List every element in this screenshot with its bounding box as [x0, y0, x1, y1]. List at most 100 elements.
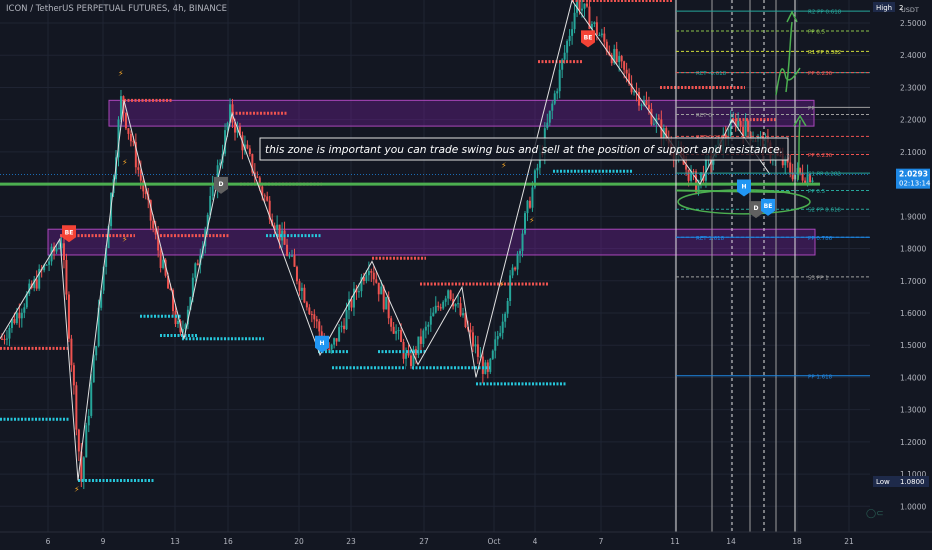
lightning-icon: ⚡: [501, 161, 507, 170]
signal-marker-label: D: [754, 205, 759, 212]
candle-body: [372, 272, 375, 280]
candle-body: [551, 103, 554, 111]
candle-body: [85, 425, 88, 458]
candle-body: [87, 415, 90, 426]
candle-body: [330, 344, 333, 350]
candle-body: [687, 169, 690, 181]
price-tick-label: 1.2000: [900, 438, 926, 447]
candle-body: [328, 348, 331, 350]
candle-body: [263, 195, 266, 197]
candle-body: [70, 338, 73, 366]
candle-body: [82, 457, 85, 482]
candle-body: [645, 100, 648, 105]
candle-body: [248, 148, 251, 155]
candle-body: [739, 121, 742, 127]
candle-body: [603, 33, 606, 42]
candle-body: [333, 338, 336, 345]
candle-body: [137, 167, 140, 170]
candle-body: [519, 250, 522, 254]
candle-body: [142, 180, 145, 192]
candle-body: [536, 167, 539, 171]
candle-body: [313, 314, 316, 320]
signal-marker-label: H: [319, 340, 324, 347]
candle-body: [293, 255, 296, 267]
currency-label: USDT: [901, 6, 919, 14]
candle-body: [422, 330, 425, 344]
candle-body: [15, 312, 18, 324]
candle-body: [546, 122, 549, 129]
candle-body: [521, 233, 524, 251]
candle-body: [439, 307, 442, 309]
candle-body: [246, 144, 249, 149]
candle-body: [481, 356, 484, 374]
candle-body: [194, 263, 197, 278]
pivot-label: RET 0: [696, 113, 712, 119]
candle-body: [474, 344, 477, 347]
price-chart[interactable]: R2 PP 0.618 PP 0.5 R1 PP 0.382 RET -0.618 PP…: [0, 0, 932, 550]
candle-body: [434, 305, 437, 313]
candle-body: [442, 301, 445, 309]
candle-body: [95, 346, 98, 356]
candle-body: [305, 302, 308, 308]
candle-body: [571, 29, 574, 36]
candle-body: [444, 298, 447, 302]
price-tick-label: 1.9000: [900, 212, 926, 221]
chart-root: R2 PP 0.618 PP 0.5 R1 PP 0.382 RET -0.618 PP…: [0, 0, 932, 550]
pivot-label: PP: [808, 106, 815, 112]
candle-body: [620, 56, 623, 62]
candle-body: [77, 429, 80, 452]
time-tick-label: 20: [294, 537, 304, 546]
pivot-label: R2 PP 0.618: [808, 10, 842, 16]
candle-body: [55, 248, 58, 252]
candle-body: [801, 172, 804, 181]
candle-body: [18, 312, 21, 319]
candle-body: [598, 35, 601, 37]
candle-body: [471, 332, 474, 347]
chart-background: [0, 0, 932, 550]
candle-body: [419, 336, 422, 344]
candle-body: [657, 118, 660, 120]
signal-marker-label: D: [219, 181, 224, 188]
candle-body: [553, 93, 556, 104]
price-tick-label: 1.6000: [900, 309, 926, 318]
candle-body: [278, 224, 281, 241]
candle-body: [338, 327, 341, 342]
candle-body: [365, 275, 368, 282]
lightning-icon: ⚡: [122, 158, 128, 167]
candle-body: [615, 48, 618, 63]
candle-body: [506, 300, 509, 314]
candle-body: [593, 22, 596, 24]
candle-body: [8, 327, 11, 339]
candle-body: [385, 296, 388, 310]
candle-body: [295, 266, 298, 282]
pivot-label: PP 0.236: [808, 71, 833, 77]
price-tick-label: 1.5000: [900, 341, 926, 350]
time-tick-label: 23: [346, 537, 356, 546]
candle-body: [144, 191, 147, 195]
candle-body: [298, 281, 301, 291]
candle-body: [67, 294, 70, 339]
pivot-label: PP 1.618: [808, 374, 833, 380]
candle-body: [45, 264, 48, 266]
candle-body: [504, 313, 507, 322]
lightning-icon: ⚡: [529, 216, 535, 225]
annotation-text: this zone is important you can trade swi…: [265, 144, 783, 156]
annotation: this zone is important you can trade swi…: [259, 137, 789, 161]
candle-body: [744, 120, 747, 136]
candle-body: [789, 162, 792, 173]
candle-body: [129, 133, 132, 142]
price-tick-label: 2.2000: [900, 116, 926, 125]
candle-body: [343, 325, 346, 330]
candle-body: [437, 305, 440, 308]
lightning-icon: ⚡: [122, 235, 128, 244]
candle-body: [20, 312, 23, 319]
candle-body: [5, 338, 8, 340]
pivot-label: PP 0.5: [808, 30, 826, 36]
time-tick-label: 4: [533, 537, 538, 546]
candle-body: [370, 271, 373, 273]
candle-body: [650, 108, 653, 125]
candle-body: [266, 196, 269, 201]
candle-body: [501, 321, 504, 333]
signal-marker-label: BE: [764, 203, 773, 210]
candle-body: [283, 230, 286, 245]
